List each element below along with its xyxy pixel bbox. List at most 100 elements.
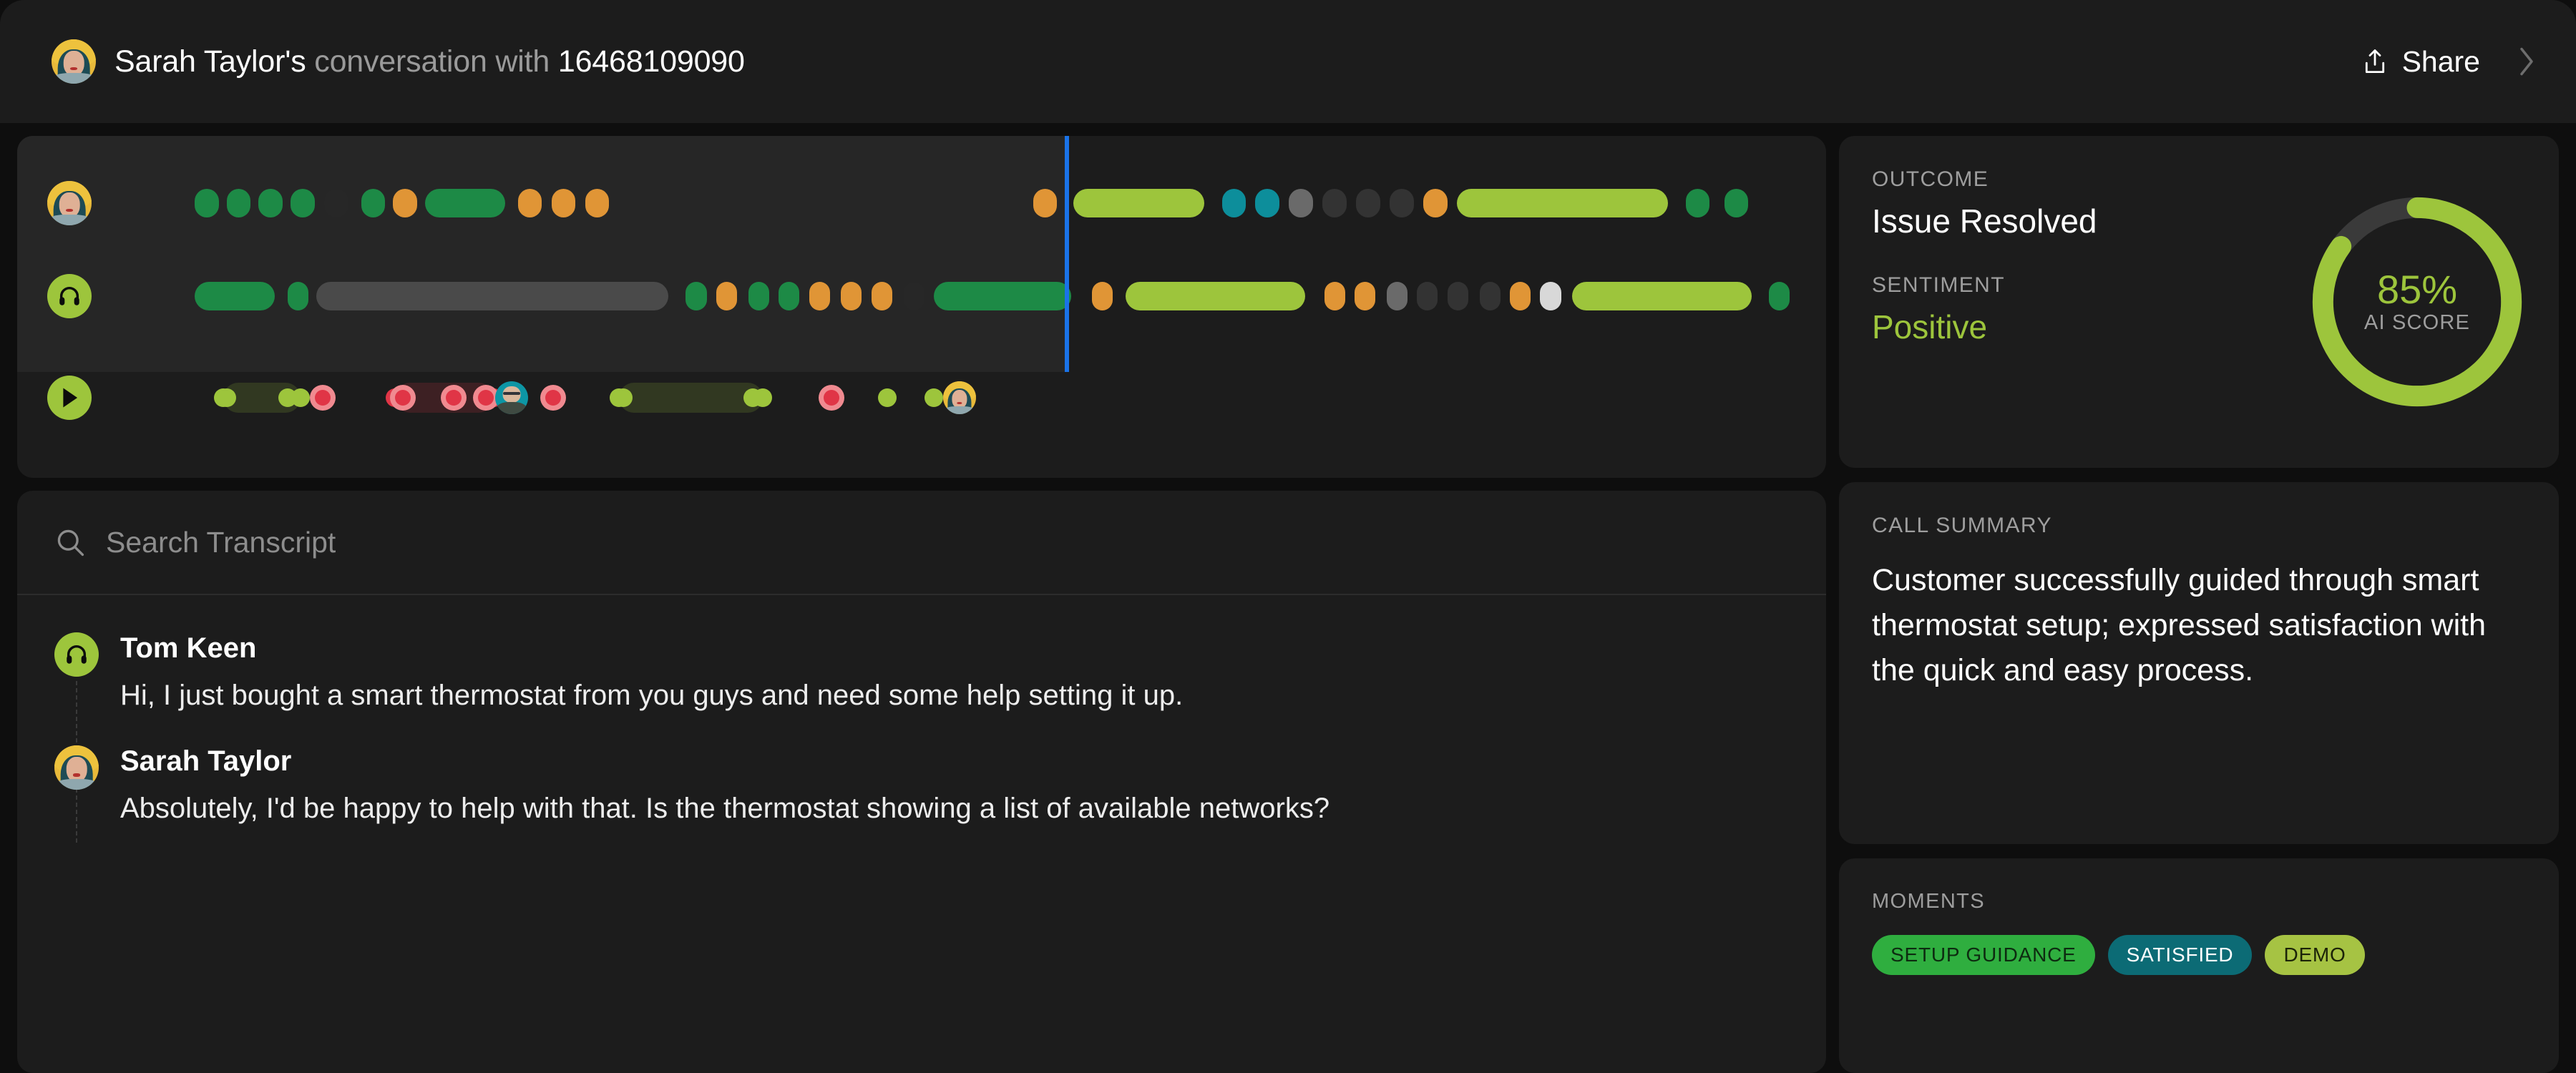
- ai-score-donut: 85% AI SCORE: [2304, 189, 2530, 415]
- message-body: Sarah Taylor Absolutely, I'd be happy to…: [120, 745, 1789, 828]
- timeline-segment[interactable]: [779, 282, 800, 310]
- headphones-glyph: [67, 645, 87, 664]
- timeline-segment[interactable]: [1769, 282, 1790, 310]
- timeline-segment[interactable]: [258, 189, 283, 217]
- moment-avatar-sarah[interactable]: [942, 381, 976, 414]
- timeline-segment[interactable]: [1126, 282, 1305, 310]
- moment-range-bar[interactable]: [618, 383, 763, 413]
- share-label: Share: [2401, 44, 2480, 78]
- moment-dot[interactable]: [217, 388, 236, 407]
- customer-segment-track[interactable]: [195, 189, 1795, 217]
- timeline-segment[interactable]: [1356, 189, 1380, 217]
- timeline-segment[interactable]: [809, 282, 830, 310]
- timeline-segment[interactable]: [1355, 282, 1376, 310]
- avatar-sarah-taylor-timeline: [47, 181, 92, 225]
- main-column: Tom Keen Hi, I just bought a smart therm…: [0, 123, 1826, 1073]
- headphones-avatar: [54, 632, 99, 677]
- share-icon: [2365, 49, 2384, 74]
- timeline-segment[interactable]: [1324, 282, 1345, 310]
- conversation-detail-page: Sarah Taylor's conversation with 1646810…: [0, 0, 2576, 1073]
- moment-chip[interactable]: DEMO: [2265, 935, 2365, 975]
- moment-dot[interactable]: [878, 388, 897, 407]
- timeline-segment[interactable]: [324, 189, 348, 217]
- play-button[interactable]: [47, 376, 92, 420]
- timeline-segment[interactable]: [1540, 282, 1561, 310]
- conversation-timeline[interactable]: [17, 136, 1826, 478]
- timeline-row-moments[interactable]: [17, 356, 1826, 439]
- timeline-segment[interactable]: [195, 189, 219, 217]
- timeline-segment[interactable]: [1390, 189, 1414, 217]
- timeline-segment[interactable]: [686, 282, 707, 310]
- moment-marker-ring[interactable]: [441, 385, 467, 411]
- timeline-segment[interactable]: [291, 189, 315, 217]
- timeline-segment[interactable]: [1033, 189, 1058, 217]
- moments-card: MOMENTS SETUP GUIDANCE SATISFIED DEMO: [1839, 858, 2559, 1073]
- moment-chip[interactable]: SATISFIED: [2107, 935, 2253, 975]
- timeline-segment[interactable]: [934, 282, 1072, 310]
- share-button[interactable]: Share: [2362, 45, 2480, 79]
- playhead[interactable]: [1065, 136, 1070, 372]
- timeline-segment[interactable]: [1509, 282, 1531, 310]
- moment-marker-ring[interactable]: [389, 385, 416, 411]
- call-summary-label: CALL SUMMARY: [1872, 514, 2052, 537]
- transcript-message[interactable]: Sarah Taylor Absolutely, I'd be happy to…: [54, 745, 1789, 828]
- timeline-segment[interactable]: [1221, 189, 1246, 217]
- message-text: Hi, I just bought a smart thermostat fro…: [120, 680, 1184, 711]
- timeline-segment[interactable]: [1724, 189, 1749, 217]
- headphones-icon: [47, 274, 92, 318]
- page-title: Sarah Taylor's conversation with 1646810…: [114, 44, 745, 79]
- timeline-segment[interactable]: [1322, 189, 1347, 217]
- timeline-segment[interactable]: [841, 282, 862, 310]
- header-title-group: Sarah Taylor's conversation with 1646810…: [52, 39, 745, 84]
- timeline-segment[interactable]: [871, 282, 892, 310]
- timeline-row-customer[interactable]: [17, 163, 1826, 243]
- moment-dot[interactable]: [278, 388, 297, 407]
- timeline-segment[interactable]: [1417, 282, 1438, 310]
- moment-dot[interactable]: [924, 388, 944, 407]
- timeline-segment[interactable]: [1073, 189, 1204, 217]
- moment-marker-ring[interactable]: [540, 385, 566, 411]
- message-text: Absolutely, I'd be happy to help with th…: [120, 793, 1330, 825]
- headphones-glyph: [59, 287, 79, 305]
- moments-marker-track[interactable]: [195, 381, 1795, 414]
- moment-dot[interactable]: [614, 388, 633, 407]
- ai-score-label: AI SCORE: [2363, 310, 2471, 334]
- timeline-segment[interactable]: [287, 282, 308, 310]
- header-actions: Share: [2362, 45, 2536, 79]
- timeline-segment[interactable]: [1092, 282, 1113, 310]
- timeline-segment[interactable]: [1685, 189, 1710, 217]
- message-body: Tom Keen Hi, I just bought a smart therm…: [120, 632, 1789, 715]
- timeline-segment[interactable]: [1447, 282, 1468, 310]
- moment-dot[interactable]: [743, 388, 763, 407]
- timeline-segment[interactable]: [1386, 282, 1407, 310]
- timeline-segment[interactable]: [1457, 189, 1669, 217]
- timeline-segment[interactable]: [424, 189, 505, 217]
- timeline-segment[interactable]: [585, 189, 610, 217]
- moment-marker-ring[interactable]: [309, 385, 336, 411]
- timeline-segment[interactable]: [903, 282, 924, 310]
- agent-segment-track[interactable]: [195, 282, 1795, 310]
- timeline-segment[interactable]: [551, 189, 576, 217]
- title-phone-number: 16468109090: [557, 44, 745, 79]
- timeline-segment[interactable]: [1255, 189, 1279, 217]
- moment-marker-ring[interactable]: [818, 385, 844, 411]
- timeline-segment[interactable]: [195, 282, 275, 310]
- timeline-segment[interactable]: [361, 189, 386, 217]
- search-input[interactable]: [106, 525, 1789, 559]
- timeline-segment[interactable]: [316, 282, 668, 310]
- timeline-segment[interactable]: [1572, 282, 1752, 310]
- timeline-row-agent[interactable]: [17, 256, 1826, 336]
- chevron-right-icon[interactable]: [2517, 46, 2536, 77]
- moment-chip[interactable]: SETUP GUIDANCE: [1872, 935, 2095, 975]
- moment-avatar-tom[interactable]: [494, 381, 528, 414]
- timeline-segment[interactable]: [393, 189, 417, 217]
- timeline-segment[interactable]: [748, 282, 769, 310]
- transcript-message[interactable]: Tom Keen Hi, I just bought a smart therm…: [54, 632, 1789, 715]
- timeline-segment[interactable]: [226, 189, 251, 217]
- timeline-segment[interactable]: [517, 189, 542, 217]
- timeline-segment[interactable]: [1423, 189, 1448, 217]
- search-transcript-bar[interactable]: [17, 491, 1826, 595]
- timeline-segment[interactable]: [1479, 282, 1501, 310]
- timeline-segment[interactable]: [1289, 189, 1313, 217]
- timeline-segment[interactable]: [716, 282, 737, 310]
